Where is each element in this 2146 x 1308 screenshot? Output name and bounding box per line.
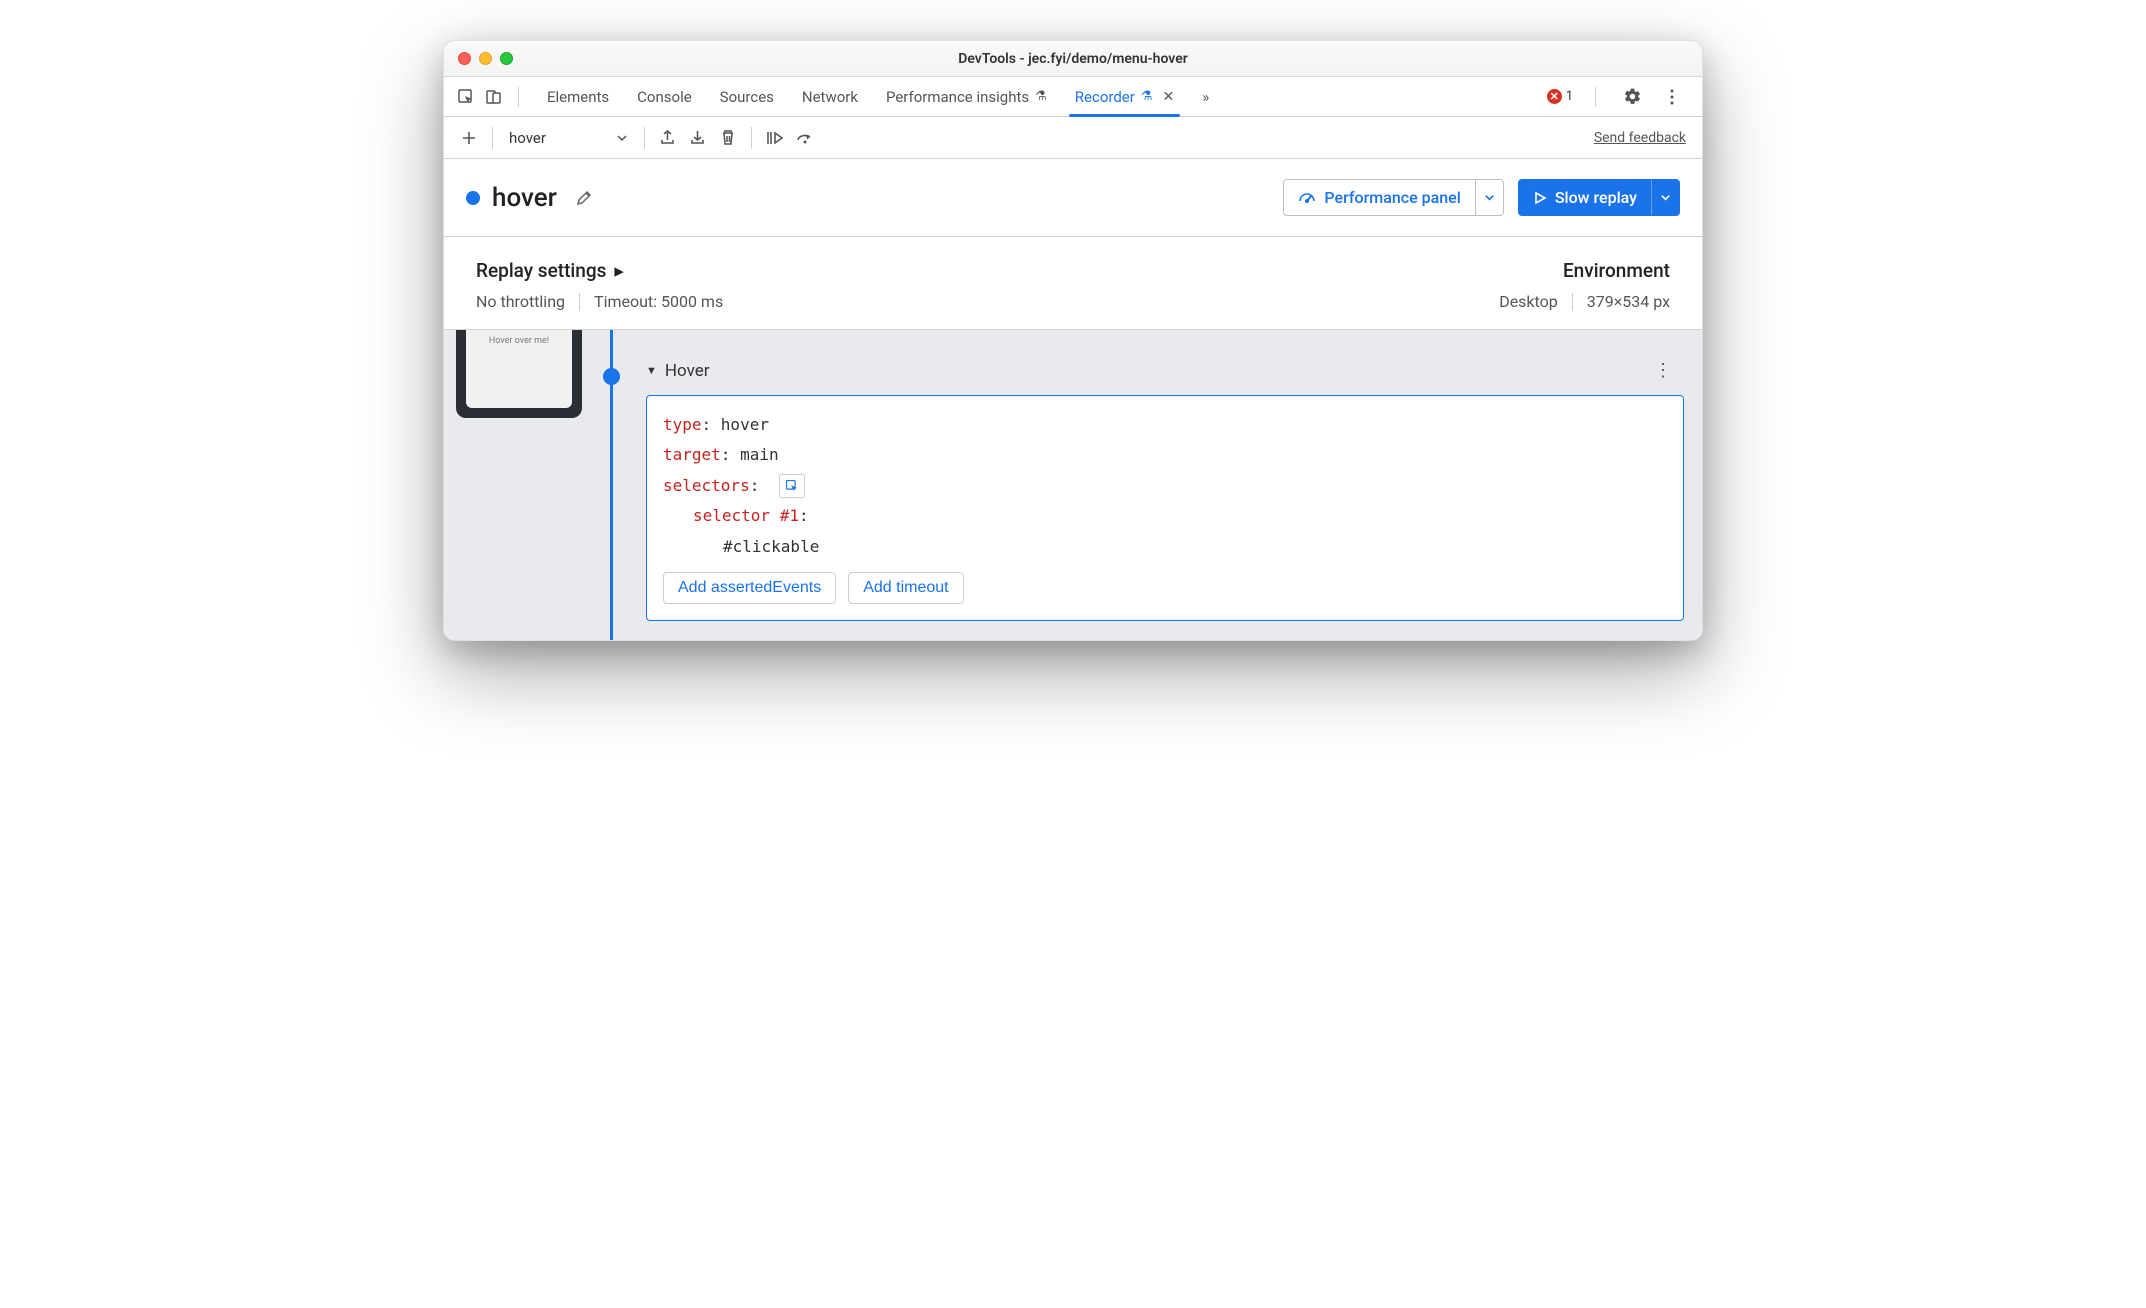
recording-header: hover Performance panel — [444, 159, 1702, 237]
device-toggle-icon[interactable] — [480, 83, 508, 111]
flask-icon: ⚗ — [1141, 89, 1153, 104]
step-type-key: type — [663, 415, 702, 434]
maximize-window-button[interactable] — [500, 52, 513, 65]
tabs: Elements Console Sources Network Perform… — [547, 77, 1209, 116]
add-timeout-button[interactable]: Add timeout — [848, 572, 963, 604]
tab-performance-insights[interactable]: Performance insights⚗ — [886, 77, 1047, 116]
titlebar: DevTools - jec.fyi/demo/menu-hover — [444, 41, 1702, 77]
tab-overflow[interactable]: » — [1202, 77, 1209, 116]
recording-select[interactable]: hover — [501, 129, 636, 147]
timeline-column: ▼ Hover ⋮ type: hover target: main selec… — [594, 330, 1702, 640]
tab-console[interactable]: Console — [637, 77, 692, 116]
separator — [518, 87, 519, 107]
step-thumbnail: Hover over me! — [456, 330, 582, 418]
step-target-key: target — [663, 445, 721, 464]
devtools-window: DevTools - jec.fyi/demo/menu-hover Eleme… — [443, 40, 1703, 641]
import-icon[interactable] — [683, 123, 713, 153]
recording-name: hover — [466, 183, 593, 213]
edit-name-icon[interactable] — [575, 189, 593, 207]
close-window-button[interactable] — [458, 52, 471, 65]
send-feedback-link[interactable]: Send feedback — [1594, 130, 1692, 146]
step-target-value[interactable]: main — [740, 445, 779, 464]
flask-icon: ⚗ — [1035, 89, 1047, 104]
window-title: DevTools - jec.fyi/demo/menu-hover — [444, 51, 1702, 67]
delete-icon[interactable] — [713, 123, 743, 153]
add-asserted-events-button[interactable]: Add assertedEvents — [663, 572, 836, 604]
slow-replay-button[interactable]: Slow replay — [1518, 179, 1680, 216]
inspect-icon[interactable] — [452, 83, 480, 111]
performance-panel-label: Performance panel — [1324, 188, 1460, 207]
separator — [579, 293, 580, 311]
recording-status-dot — [466, 191, 480, 205]
step-header[interactable]: ▼ Hover ⋮ — [594, 330, 1684, 395]
separator — [1572, 293, 1573, 311]
play-icon — [1533, 191, 1547, 205]
tab-sources[interactable]: Sources — [720, 77, 774, 116]
caret-down-icon: ▼ — [646, 364, 657, 377]
step-kebab-icon[interactable]: ⋮ — [1654, 360, 1684, 381]
replay-settings-title[interactable]: Replay settings ▸ — [476, 259, 723, 282]
selector-1-value[interactable]: #clickable — [723, 537, 819, 556]
chevron-down-icon[interactable] — [1475, 180, 1503, 215]
throttling-value: No throttling — [476, 292, 565, 311]
new-recording-button[interactable] — [454, 123, 484, 153]
tab-network[interactable]: Network — [802, 77, 858, 116]
separator — [1595, 87, 1596, 107]
devtools-tabbar: Elements Console Sources Network Perform… — [444, 77, 1702, 117]
thumbnail-label: Hover over me! — [466, 330, 572, 408]
close-icon[interactable]: ✕ — [1163, 89, 1175, 105]
chevron-right-icon: ▸ — [614, 259, 624, 282]
separator — [751, 127, 752, 149]
recorder-toolbar: hover Send feedback — [444, 117, 1702, 159]
separator — [492, 127, 493, 149]
slow-replay-label: Slow replay — [1555, 188, 1637, 207]
traffic-lights — [458, 52, 513, 65]
step-selectors-key: selectors — [663, 476, 750, 495]
error-icon: ✕ — [1547, 89, 1562, 104]
timeline-body: Hover over me! ▼ Hover ⋮ type: hover tar… — [444, 330, 1702, 640]
device-value: Desktop — [1499, 292, 1558, 311]
chevron-down-icon — [616, 132, 628, 144]
separator — [644, 127, 645, 149]
step-over-icon[interactable] — [790, 123, 820, 153]
timeline-dot — [603, 368, 620, 385]
gauge-icon — [1298, 189, 1316, 207]
tab-elements[interactable]: Elements — [547, 77, 609, 116]
kebab-menu-icon[interactable] — [1658, 83, 1686, 111]
step-type-value[interactable]: hover — [721, 415, 769, 434]
tab-recorder[interactable]: Recorder⚗✕ — [1075, 77, 1174, 116]
header-actions: Performance panel Slow replay — [1283, 179, 1680, 216]
chevron-down-icon[interactable] — [1651, 180, 1679, 215]
step-card: type: hover target: main selectors: sele… — [646, 395, 1684, 621]
minimize-window-button[interactable] — [479, 52, 492, 65]
recording-title: hover — [492, 183, 557, 213]
dimensions-value: 379×534 px — [1587, 292, 1670, 311]
step-play-icon[interactable] — [760, 123, 790, 153]
chevron-double-right-icon: » — [1202, 88, 1209, 106]
selector-n-key: selector #1 — [693, 506, 799, 525]
thumbnail-column: Hover over me! — [444, 330, 594, 640]
timeout-value: Timeout: 5000 ms — [594, 292, 723, 311]
environment-title: Environment — [1563, 259, 1670, 282]
right-tools: ✕ 1 — [1547, 83, 1694, 111]
settings-row: Replay settings ▸ No throttling Timeout:… — [444, 237, 1702, 330]
selector-picker-icon[interactable] — [779, 474, 805, 498]
settings-gear-icon[interactable] — [1618, 83, 1646, 111]
recording-select-value: hover — [509, 129, 546, 147]
step-title: Hover — [665, 361, 710, 381]
performance-panel-button[interactable]: Performance panel — [1283, 179, 1503, 216]
export-icon[interactable] — [653, 123, 683, 153]
error-count: 1 — [1566, 89, 1573, 104]
error-badge[interactable]: ✕ 1 — [1547, 89, 1573, 104]
